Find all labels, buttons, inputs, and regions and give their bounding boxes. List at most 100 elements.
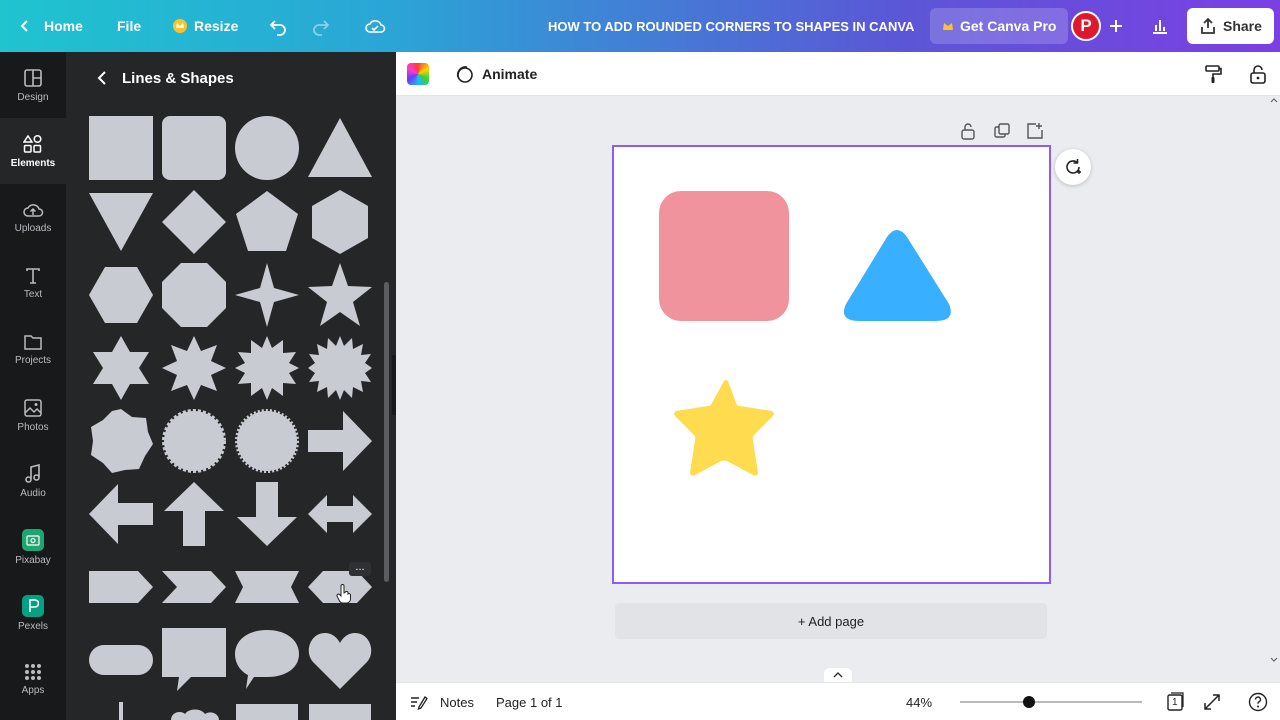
rounded-star-shape[interactable]: [674, 380, 774, 476]
zoom-value[interactable]: 44%: [906, 683, 932, 720]
rail-label-pexels: Pexels: [17, 620, 48, 632]
shape-eight-point-star[interactable]: [161, 335, 227, 401]
shape-ribbon[interactable]: [234, 554, 300, 620]
rail-item-photos[interactable]: Photos: [0, 382, 66, 448]
shape-arrow-double[interactable]: [307, 481, 373, 547]
shape-speech-bubble-rect[interactable]: [161, 627, 227, 693]
file-menu[interactable]: File: [117, 0, 141, 52]
shape-triangle[interactable]: [307, 115, 373, 181]
rail-item-pixabay[interactable]: Pixabay: [0, 514, 66, 580]
shape-seal[interactable]: [234, 408, 300, 474]
page-indicator-text: Page 1 of 1: [496, 694, 563, 710]
shape-six-point-star[interactable]: [88, 335, 154, 401]
home-button[interactable]: Home: [18, 0, 83, 52]
resize-label: Resize: [194, 18, 239, 34]
page-indicator[interactable]: Page 1 of 1: [496, 683, 563, 720]
shape-rectangle[interactable]: [234, 700, 300, 720]
shape-square[interactable]: [88, 115, 154, 181]
zoom-slider[interactable]: [960, 696, 1142, 708]
unlock-icon: [961, 123, 975, 140]
magic-refresh-button[interactable]: [1055, 149, 1091, 185]
shape-four-point-star[interactable]: [234, 262, 300, 328]
shape-arrow-down[interactable]: [234, 481, 300, 547]
help-button[interactable]: [1248, 683, 1268, 720]
more-options-button[interactable]: ...: [349, 562, 371, 576]
shape-pentagon-arrow[interactable]: [88, 554, 154, 620]
crown-icon: [943, 23, 953, 30]
panel-scrollbar[interactable]: [384, 282, 389, 582]
redo-button[interactable]: [311, 0, 331, 52]
shape-heptagon-star[interactable]: [88, 408, 154, 474]
animate-button[interactable]: Animate: [454, 52, 537, 96]
shape-starburst-12[interactable]: [234, 335, 300, 401]
shape-pill[interactable]: [88, 627, 154, 693]
shape-hexagon[interactable]: [307, 189, 373, 255]
undo-icon: [269, 20, 286, 36]
share-button[interactable]: Share: [1187, 8, 1274, 44]
help-icon: [1248, 692, 1268, 712]
user-avatar[interactable]: P: [1071, 0, 1101, 52]
rail-label-apps: Apps: [21, 684, 45, 696]
design-page[interactable]: [612, 145, 1051, 584]
rail-item-apps[interactable]: Apps: [0, 646, 66, 712]
design-icon: [24, 68, 42, 87]
rail-label-elements: Elements: [10, 157, 56, 169]
file-label: File: [117, 18, 142, 34]
chevron-left-icon: [20, 20, 28, 32]
cloud-save-status[interactable]: [364, 0, 386, 52]
rail-item-pexels[interactable]: Pexels: [0, 580, 66, 646]
rail-item-elements[interactable]: Elements: [0, 118, 66, 184]
page-lock-button[interactable]: [960, 122, 976, 140]
notes-button[interactable]: Notes: [410, 683, 474, 720]
resize-button[interactable]: Resize: [172, 0, 238, 52]
shape-line[interactable]: [88, 700, 154, 720]
shape-arrow-up[interactable]: [161, 481, 227, 547]
rounded-square-shape[interactable]: [659, 191, 789, 321]
rail-label-photos: Photos: [17, 421, 49, 433]
document-title[interactable]: HOW TO ADD ROUNDED CORNERS TO SHAPES IN …: [548, 0, 914, 52]
get-canva-pro-button[interactable]: Get Canva Pro: [930, 8, 1069, 44]
shape-octagon[interactable]: [161, 262, 227, 328]
shape-diamond[interactable]: [161, 189, 227, 255]
fullscreen-button[interactable]: [1203, 683, 1221, 720]
bar-chart-icon: [1153, 20, 1167, 34]
shape-rounded-square[interactable]: [161, 115, 227, 181]
add-collaborator-button[interactable]: [1108, 0, 1124, 52]
rounded-triangle-shape[interactable]: [843, 230, 951, 321]
zoom-slider-knob[interactable]: [1023, 696, 1036, 708]
expand-pages-button[interactable]: [824, 668, 852, 682]
shape-speech-bubble-round[interactable]: [234, 627, 300, 693]
text-icon: [26, 267, 40, 284]
shape-arrow-left[interactable]: [88, 481, 154, 547]
duplicate-page-button[interactable]: [993, 122, 1011, 140]
add-page-button[interactable]: + Add page: [615, 603, 1047, 639]
shape-heart[interactable]: [307, 627, 373, 693]
shape-scalloped-circle[interactable]: [161, 408, 227, 474]
shape-pentagon[interactable]: [234, 189, 300, 255]
copy-style-button[interactable]: [1203, 52, 1223, 96]
rail-item-audio[interactable]: Audio: [0, 448, 66, 514]
shape-five-point-star[interactable]: [307, 262, 373, 328]
rail-item-design[interactable]: Design: [0, 52, 66, 118]
insights-button[interactable]: [1150, 0, 1170, 52]
shape-circle[interactable]: [234, 115, 300, 181]
rail-label-uploads: Uploads: [14, 222, 52, 234]
rail-item-uploads[interactable]: Uploads: [0, 184, 66, 250]
shape-chevron[interactable]: [161, 554, 227, 620]
page-count-button[interactable]: 1: [1165, 683, 1185, 720]
shape-cloud[interactable]: [161, 700, 227, 720]
add-page-icon-button[interactable]: [1026, 122, 1044, 140]
share-label: Share: [1223, 18, 1262, 34]
pro-label: Get Canva Pro: [960, 18, 1057, 34]
lock-button[interactable]: [1249, 52, 1267, 96]
shape-inverted-triangle[interactable]: [88, 189, 154, 255]
shape-hexagon-flat[interactable]: [88, 262, 154, 328]
color-picker-button[interactable]: [407, 52, 429, 96]
undo-button[interactable]: [268, 0, 288, 52]
rail-item-projects[interactable]: Projects: [0, 316, 66, 382]
shape-rectangle-alt[interactable]: [307, 700, 373, 720]
shape-arrow-right[interactable]: [307, 408, 373, 474]
shape-starburst-16[interactable]: [307, 335, 373, 401]
rail-item-text[interactable]: Text: [0, 250, 66, 316]
canvas-scrollbar[interactable]: [1268, 96, 1280, 682]
